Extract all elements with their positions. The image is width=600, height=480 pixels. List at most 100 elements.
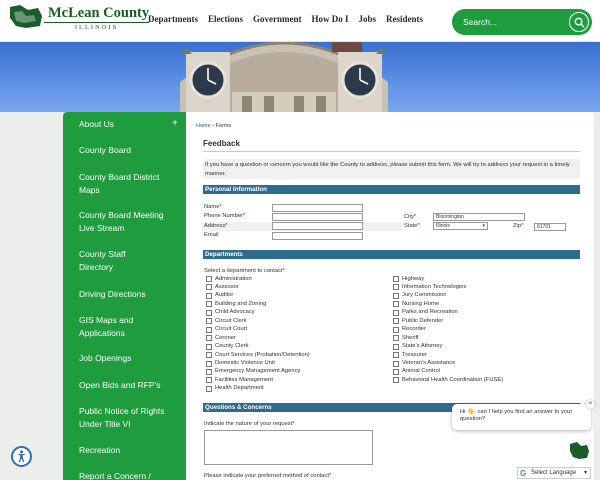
department-option-label: Circuit Court [215,326,248,333]
state-select[interactable]: Illinois ▾ [433,222,488,230]
name-field[interactable] [272,204,363,212]
department-checkbox[interactable] [393,326,399,333]
department-option-label: Coroner [215,334,236,341]
name-label: Name* [204,204,222,210]
breadcrumb-home[interactable]: Home [196,123,211,129]
nav-how-do-i[interactable]: How Do I [312,14,349,24]
department-checkbox[interactable] [393,318,399,325]
department-checkbox[interactable] [393,377,399,384]
department-checkbox[interactable] [206,385,212,392]
phone-field[interactable] [272,213,363,221]
search-input[interactable]: Search... [452,9,592,35]
department-checkbox[interactable] [393,368,399,375]
department-checkbox[interactable] [206,284,212,291]
accessibility-button[interactable] [11,446,32,467]
state-label: State* [404,223,420,229]
department-checkbox[interactable] [206,377,212,384]
contact-method-label: Please indicate your preferred method of… [204,473,332,479]
chat-bubble[interactable]: Hi 👋, can I help you find an answer to y… [452,400,595,430]
department-checkbox[interactable] [206,301,212,308]
sidebar-item-driving-directions[interactable]: Driving Directions [63,288,186,301]
nav-residents[interactable]: Residents [386,14,423,24]
department-checkbox[interactable] [393,292,399,299]
department-option-label: Animal Control [402,368,441,375]
nav-elections[interactable]: Elections [208,14,243,24]
chevron-down-icon: ▾ [583,470,587,476]
county-logo[interactable]: McLean County ILLINOIS [6,4,150,31]
hero-banner [0,42,600,112]
sidebar-item-live-stream[interactable]: County Board Meeting Live Stream [63,209,187,234]
department-checkbox[interactable] [393,352,399,359]
page-title: Feedback [203,139,240,148]
department-option-label: Domestic Violence Unit [215,360,275,366]
sidebar-item-job-openings[interactable]: Job Openings [63,352,186,365]
sidebar-item-open-bids[interactable]: Open Bids and RFP's [63,379,186,392]
sidebar-item-recreation[interactable]: Recreation [63,444,186,457]
city-field[interactable]: Bloomington [433,213,525,221]
department-option-label: County Clerk [215,343,249,350]
address-label: Address* [204,223,228,229]
address-field[interactable] [272,222,363,230]
department-checkbox[interactable] [206,335,212,342]
department-checkbox[interactable] [206,360,212,367]
sidebar-item-district-maps[interactable]: County Board District Maps [63,171,195,196]
department-checkbox[interactable] [393,309,399,316]
department-checkbox[interactable] [206,309,212,316]
department-checkbox[interactable] [393,276,399,282]
department-option-label: Emergency Management Agency [215,368,301,375]
close-icon[interactable]: × [586,400,595,409]
county-map-logo-icon [10,5,42,28]
breadcrumb: Home › Forms [196,123,231,129]
department-checkbox[interactable] [206,276,212,282]
department-option-label: Child Advocacy [215,309,255,316]
sidebar-item-report-concern[interactable]: Report a Concern / [63,470,186,480]
main-nav: Departments Elections Government How Do … [148,14,433,24]
search-button[interactable] [569,12,589,32]
department-option-label: Treasurer [402,351,427,358]
department-checkbox[interactable] [206,292,212,299]
nav-government[interactable]: Government [253,14,302,24]
department-checkbox[interactable] [206,318,212,325]
department-option-label: Assessor [215,283,239,290]
phone-label: Phone Number* [204,213,246,219]
department-checkbox[interactable] [393,343,399,350]
department-checkbox[interactable] [393,335,399,342]
department-option-label: Highway [402,275,425,282]
department-checkbox[interactable] [206,368,212,375]
sidebar-item-staff-directory[interactable]: County Staff Directory [63,248,175,273]
search-icon [574,17,585,28]
email-field[interactable] [272,232,363,240]
chat-logo-icon[interactable] [567,440,591,462]
nav-departments[interactable]: Departments [148,14,198,24]
zip-field[interactable]: 61701 [534,223,566,231]
accessibility-icon [16,450,27,463]
department-checkbox[interactable] [206,352,212,359]
department-option-label: Facilities Management [215,376,273,383]
sidebar-item-county-board[interactable]: County Board [63,144,186,157]
form-intro: If you have a question or concern you wo… [203,159,580,179]
department-checkbox[interactable] [206,343,212,350]
search-placeholder: Search... [463,17,498,27]
department-checkbox[interactable] [393,360,399,367]
department-option-label: Sheriff [402,334,419,341]
departments-heading: Departments [203,250,580,259]
department-option-label: Parks and Recreation [402,309,458,316]
department-option-label: Health Department [215,385,264,392]
department-option-label: Veteran's Assistance [402,360,456,366]
department-checkbox[interactable] [206,326,212,333]
sidebar-item-about-us[interactable]: About Us + [63,118,186,131]
sidebar-item-title-vi[interactable]: Public Notice of Rights Under Title VI [63,405,185,430]
department-checkbox[interactable] [393,284,399,291]
nature-textarea[interactable] [204,430,373,465]
sidebar-item-label: About Us [79,119,114,129]
personal-info-heading: Personal Information [203,185,580,194]
nav-jobs[interactable]: Jobs [359,14,377,24]
zip-label: Zip* [513,223,524,229]
sidebar-nav: About Us + County Board County Board Dis… [63,112,186,480]
select-language-dropdown[interactable]: G Select Language ▾ [517,467,591,479]
department-option-label: Jury Commission [402,292,447,299]
breadcrumb-current: Forms [215,123,232,129]
department-checkbox[interactable] [393,301,399,308]
expand-plus-icon[interactable]: + [172,118,178,131]
sidebar-item-gis-maps[interactable]: GIS Maps and Applications [63,314,175,339]
